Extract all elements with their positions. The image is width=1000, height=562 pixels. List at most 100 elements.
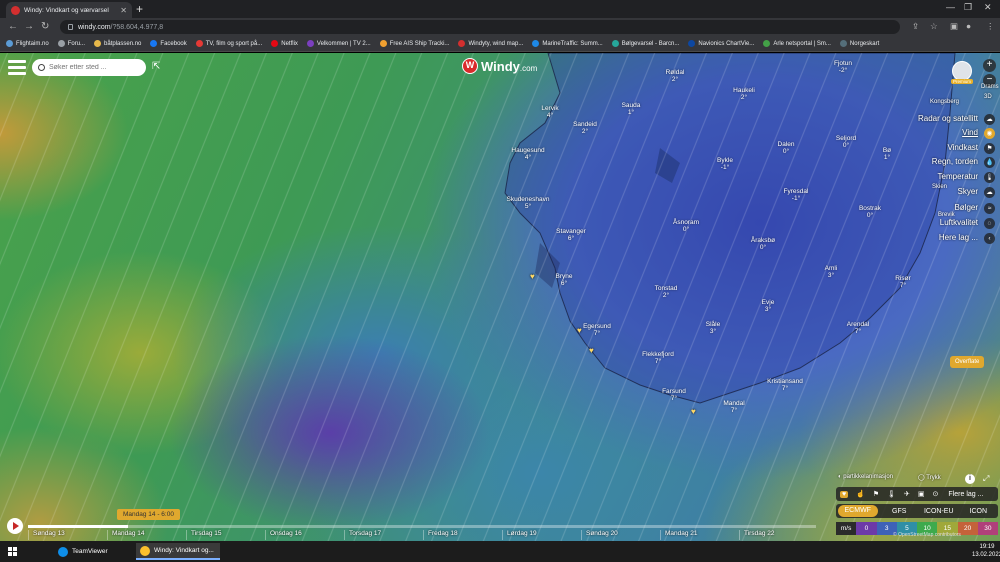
city-label[interactable]: Bykle -1° xyxy=(717,157,733,171)
city-label[interactable]: Sauda 1° xyxy=(622,102,641,116)
bookmark-item[interactable]: Foru... xyxy=(57,40,85,47)
pressure-toggle[interactable]: ◯ Trykk xyxy=(918,474,941,481)
model-option[interactable]: ECMWF xyxy=(838,505,878,517)
timeline-current[interactable]: Mandag 14 - 6:00 xyxy=(117,509,180,520)
layer-item[interactable]: Vindkast xyxy=(947,143,978,152)
thermometer-icon[interactable]: 🌡 xyxy=(887,490,896,498)
air-quality-icon[interactable]: ◌ xyxy=(984,218,995,229)
city-label[interactable]: Skudeneshavn 5° xyxy=(506,196,549,210)
city-label[interactable]: Mandal 7° xyxy=(723,400,744,414)
model-option[interactable]: GFS xyxy=(880,508,920,515)
heart-icon[interactable]: ♥ xyxy=(840,490,849,498)
wind-icon[interactable]: ◉ xyxy=(984,128,995,139)
city-label[interactable]: Dalen 0° xyxy=(778,141,795,155)
bookmark-item[interactable]: Navionics ChartVie... xyxy=(688,40,754,47)
windy-logo[interactable]: W Windy .com xyxy=(462,58,537,74)
bookmark-item[interactable]: Arle netsportal | Sm... xyxy=(763,40,831,47)
favorite-heart-icon[interactable]: ♥ xyxy=(589,346,594,355)
flag-icon[interactable]: ⚑ xyxy=(873,490,879,498)
city-label[interactable]: Haukeli 2° xyxy=(733,87,755,101)
hand-icon[interactable]: ☝ xyxy=(856,490,865,498)
bookmark-item[interactable]: Velkommen | TV 2... xyxy=(306,40,371,47)
bookmark-item[interactable]: Bølgevarsel - Barcn... xyxy=(611,40,679,47)
city-label[interactable]: Slåle 3° xyxy=(706,321,720,335)
bookmark-item[interactable]: Free AIS Ship Tracki... xyxy=(379,40,449,47)
favorite-heart-icon[interactable]: ♥ xyxy=(577,326,582,335)
menu-icon[interactable] xyxy=(8,60,26,76)
legend-unit[interactable]: m/s xyxy=(836,522,857,535)
bookmark-item[interactable]: Flightaim.no xyxy=(6,40,49,47)
bookmark-item[interactable]: Norgeskart xyxy=(839,40,879,47)
profile-icon[interactable]: ● xyxy=(966,21,971,31)
bookmark-item[interactable]: Netflix xyxy=(271,40,298,47)
wind-map[interactable]: Fjotun -2° Røldal 2° Haukeli 2° Sauda 1° Sandeid… xyxy=(0,53,1000,541)
back-icon[interactable]: ← xyxy=(8,21,18,32)
expand-icon[interactable]: ⤢ xyxy=(983,474,989,484)
sidebar-icon[interactable]: ▣ xyxy=(950,21,958,32)
satellite-icon[interactable]: ☁ xyxy=(984,114,995,125)
timeline-track[interactable] xyxy=(28,525,816,528)
taskbar-app[interactable]: TeamViewer xyxy=(54,543,134,560)
timeline-day[interactable]: Mandag 14 xyxy=(107,530,186,540)
layer-item[interactable]: Skyer xyxy=(958,187,978,196)
timeline-day[interactable]: Tirsdag 22 xyxy=(739,530,818,540)
timeline-day[interactable]: Torsdag 17 xyxy=(344,530,423,540)
plane-icon[interactable]: ✈ xyxy=(904,490,910,498)
bookmark-item[interactable]: båtplassen.no xyxy=(94,40,141,47)
share-icon[interactable]: ⇱ xyxy=(152,61,160,72)
city-label[interactable]: Fyresdal -1° xyxy=(784,188,809,202)
favorite-heart-icon[interactable]: ♥ xyxy=(691,407,696,416)
maximize-icon[interactable]: ❐ xyxy=(964,2,972,13)
city-label[interactable]: Åsnoram 0° xyxy=(673,219,699,233)
more-layers-link[interactable]: Flere lag ... xyxy=(948,491,983,498)
bookmark-item[interactable]: TV, film og sport på... xyxy=(195,40,262,47)
city-label[interactable]: Farsund 7° xyxy=(662,388,686,402)
info-icon[interactable]: i xyxy=(965,474,975,484)
timeline-day[interactable]: Lørdag 19 xyxy=(502,530,581,540)
share-page-icon[interactable]: ⇪ xyxy=(912,21,919,32)
layer-item[interactable]: Radar og satellitt xyxy=(918,114,978,123)
timeline-day[interactable]: Fredag 18 xyxy=(423,530,502,540)
layer-item[interactable]: Bølger xyxy=(954,203,978,212)
city-label[interactable]: Kristiansand 7° xyxy=(767,378,803,392)
temperature-icon[interactable]: 🌡 xyxy=(984,172,995,183)
rain-icon[interactable]: 💧 xyxy=(984,157,995,168)
timeline-day[interactable]: Tirsdag 15 xyxy=(186,530,265,540)
model-option[interactable]: ICON xyxy=(959,508,999,515)
forward-icon[interactable]: → xyxy=(24,21,34,32)
minimize-icon[interactable]: — xyxy=(946,2,955,12)
bookmark-star-icon[interactable]: ☆ xyxy=(930,21,938,32)
city-label[interactable]: Arendal 7° xyxy=(847,321,869,335)
layer-item[interactable]: Luftkvalitet xyxy=(940,218,978,227)
timeline-day[interactable]: Mandag 21 xyxy=(660,530,739,540)
timeline-day[interactable]: Søndag 13 xyxy=(28,530,107,540)
surface-button[interactable]: Overflate xyxy=(950,356,985,368)
city-label[interactable]: Seljord 0° xyxy=(836,135,856,149)
city-label[interactable]: Flekkefjord 7° xyxy=(642,351,674,365)
reload-icon[interactable]: ↻ xyxy=(41,21,49,32)
city-label[interactable]: Stavanger 6° xyxy=(556,228,586,242)
city-label[interactable]: Fjotun -2° xyxy=(834,60,852,74)
avatar[interactable] xyxy=(952,61,972,81)
taskbar-app[interactable]: Windy: Vindkart og... xyxy=(136,543,220,560)
attribution[interactable]: © OpenStreetMap contributors xyxy=(893,532,961,538)
gust-icon[interactable]: ⚑ xyxy=(984,143,995,154)
bookmark-item[interactable]: Facebook xyxy=(150,40,187,47)
city-label[interactable]: Amli 3° xyxy=(825,265,838,279)
clock[interactable]: 19:19 13.02.2022 xyxy=(972,543,1000,559)
browser-tab-windy[interactable]: Windy: Vindkart og værvarsel ✕ xyxy=(6,2,132,18)
particles-toggle[interactable]: ◐ partikkelanimasjon xyxy=(838,474,893,480)
3d-button[interactable]: 3D xyxy=(984,94,992,100)
browser-menu-icon[interactable]: ⋮ xyxy=(986,21,995,32)
city-label[interactable]: Bostrak 0° xyxy=(859,205,881,219)
city-label[interactable]: Sandeid 2° xyxy=(573,121,597,135)
layer-item[interactable]: Temperatur xyxy=(938,172,978,181)
layer-item-more[interactable]: Here lag ... xyxy=(939,233,978,242)
search-box[interactable] xyxy=(32,59,146,76)
city-label[interactable]: Lervik 4° xyxy=(541,105,558,119)
pin-icon[interactable]: ⊙ xyxy=(933,490,939,498)
model-option[interactable]: ICON-EU xyxy=(919,508,959,515)
city-label[interactable]: Åraksbø 0° xyxy=(751,237,775,251)
favorite-heart-icon[interactable]: ♥ xyxy=(530,272,535,281)
bookmark-item[interactable]: MarineTraffic: Summ... xyxy=(532,40,603,47)
